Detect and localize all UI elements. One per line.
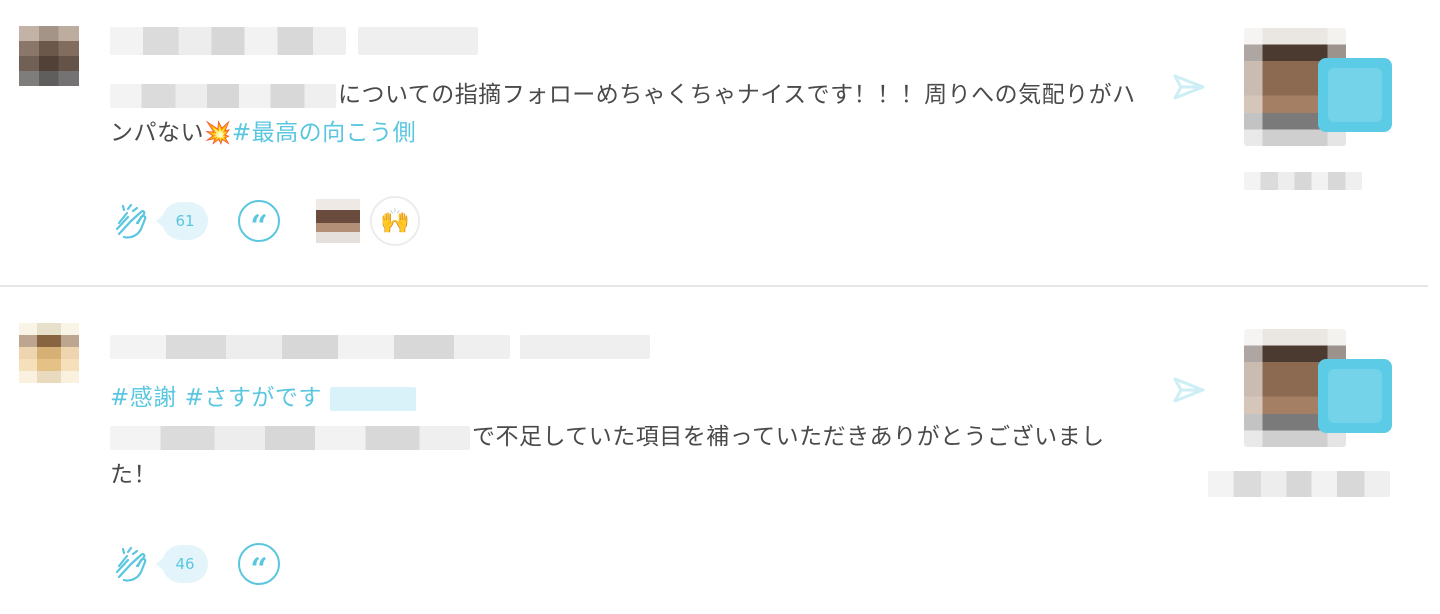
recipient-avatar[interactable] (1244, 28, 1394, 148)
clap-count: 61 (156, 202, 208, 240)
quote-icon: “ (250, 552, 268, 587)
feed-post-1: についての指摘フォローめちゃくちゃナイスです！！！周りへの気配りがハンパない💥#… (0, 0, 1440, 286)
mention-redacted (110, 425, 470, 450)
recipient-badge (1318, 359, 1392, 433)
clap-icon (115, 546, 147, 582)
post-timestamp-redacted (520, 335, 650, 359)
reactor-avatar[interactable] (316, 199, 360, 243)
post-timestamp-redacted (358, 27, 478, 55)
sender-name-redacted[interactable] (110, 335, 510, 359)
raised-hands-emoji: 🙌 (380, 207, 410, 235)
recipient-name-redacted[interactable] (1244, 172, 1362, 190)
send-arrow-icon (1173, 74, 1205, 100)
mention-redacted (110, 83, 336, 108)
post-message: についての指摘フォローめちゃくちゃナイスです！！！周りへの気配りがハンパない💥#… (110, 76, 1150, 153)
hashtag-redacted[interactable] (329, 386, 416, 411)
feed-post-2: #感謝 #さすがです で不足していた項目を補っていただきありがとうございました！… (0, 287, 1440, 614)
post-message: で不足していた項目を補っていただきありがとうございました！ (110, 418, 1150, 494)
sender-avatar[interactable] (19, 26, 79, 86)
sender-avatar[interactable] (19, 323, 79, 383)
post-hashtags: #感謝 #さすがです (110, 379, 1150, 417)
post-actions: 61 “ 🙌 (110, 196, 420, 246)
post-actions: 46 “ (110, 539, 280, 589)
hashtag-link[interactable]: #感謝 #さすがです (110, 385, 322, 411)
recipient-badge (1318, 58, 1392, 132)
recipient-avatar[interactable] (1244, 329, 1394, 449)
quote-icon: “ (250, 209, 268, 244)
clap-count: 46 (156, 545, 208, 583)
reaction-badge[interactable]: 🙌 (370, 196, 420, 246)
collision-emoji: 💥 (204, 121, 232, 146)
quote-button[interactable]: “ (238, 200, 280, 242)
recipient-name-redacted[interactable] (1208, 471, 1390, 497)
sender-name-redacted[interactable] (110, 27, 346, 55)
send-arrow-icon (1173, 377, 1205, 403)
clap-button[interactable] (110, 200, 152, 242)
clap-button[interactable] (110, 543, 152, 585)
hashtag-link[interactable]: #最高の向こう側 (232, 120, 416, 146)
quote-button[interactable]: “ (238, 543, 280, 585)
clap-icon (115, 203, 147, 239)
